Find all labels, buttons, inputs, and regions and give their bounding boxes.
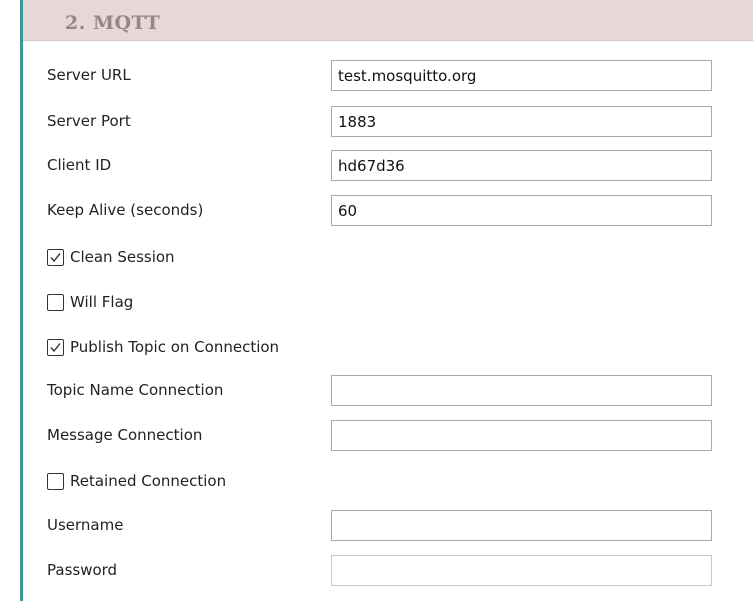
publish-topic-checkbox[interactable]	[47, 339, 64, 356]
publish-topic-checkbox-row[interactable]: Publish Topic on Connection	[47, 337, 447, 361]
password-label: Password	[47, 561, 118, 579]
server-port-input[interactable]	[331, 106, 712, 137]
client-id-row: Client ID	[47, 150, 717, 181]
panel-left-border	[20, 0, 23, 601]
clean-session-label: Clean Session	[70, 248, 175, 266]
checkmark-icon	[50, 343, 61, 353]
message-connection-input[interactable]	[331, 420, 712, 451]
retained-connection-checkbox-row[interactable]: Retained Connection	[47, 471, 447, 495]
checkmark-icon	[50, 253, 61, 263]
mqtt-settings-page: 2. MQTT Server URL Server Port Client ID…	[0, 0, 753, 601]
will-flag-label: Will Flag	[70, 293, 134, 311]
message-connection-label: Message Connection	[47, 426, 203, 444]
section-title: 2. MQTT	[65, 12, 161, 34]
clean-session-checkbox-row[interactable]: Clean Session	[47, 247, 447, 271]
topic-name-connection-input[interactable]	[331, 375, 712, 406]
server-port-label: Server Port	[47, 112, 131, 130]
message-connection-row: Message Connection	[47, 420, 717, 451]
server-port-row: Server Port	[47, 106, 717, 137]
server-url-label: Server URL	[47, 66, 131, 84]
keep-alive-row: Keep Alive (seconds)	[47, 195, 717, 226]
password-row: Password	[47, 555, 717, 586]
topic-name-connection-row: Topic Name Connection	[47, 375, 717, 406]
server-url-row: Server URL	[47, 60, 717, 91]
publish-topic-label: Publish Topic on Connection	[70, 338, 280, 356]
username-input[interactable]	[331, 510, 712, 541]
keep-alive-input[interactable]	[331, 195, 712, 226]
username-label: Username	[47, 516, 124, 534]
password-input[interactable]	[331, 555, 712, 586]
clean-session-checkbox[interactable]	[47, 249, 64, 266]
retained-connection-checkbox[interactable]	[47, 473, 64, 490]
keep-alive-label: Keep Alive (seconds)	[47, 201, 204, 219]
retained-connection-label: Retained Connection	[70, 472, 227, 490]
will-flag-checkbox[interactable]	[47, 294, 64, 311]
client-id-label: Client ID	[47, 156, 112, 174]
will-flag-checkbox-row[interactable]: Will Flag	[47, 292, 447, 316]
topic-name-connection-label: Topic Name Connection	[47, 381, 224, 399]
server-url-input[interactable]	[331, 60, 712, 91]
client-id-input[interactable]	[331, 150, 712, 181]
username-row: Username	[47, 510, 717, 541]
section-header[interactable]: 2. MQTT	[23, 0, 753, 41]
